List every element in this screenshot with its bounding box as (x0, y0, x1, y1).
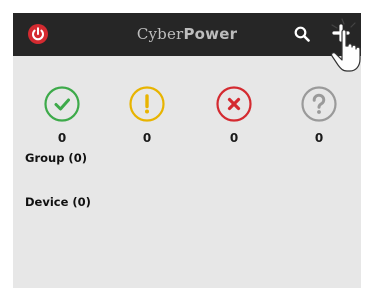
status-normal-count: 0 (57, 131, 67, 145)
search-icon (294, 26, 310, 42)
status-warning-button[interactable] (129, 86, 165, 122)
app-header: CyberPower (13, 13, 361, 56)
search-button[interactable] (294, 26, 310, 42)
status-unknown-button[interactable] (301, 86, 337, 122)
x-icon (216, 86, 252, 122)
status-normal-button[interactable] (44, 86, 80, 122)
brand-text-power: Power (183, 25, 238, 43)
status-critical-count: 0 (229, 131, 239, 145)
app-frame: CyberPower 0 0 0 0 Group (0) Device (0) (13, 13, 361, 288)
content-area: 0 0 0 0 Group (0) Device (0) (13, 56, 361, 288)
check-icon (44, 86, 80, 122)
question-icon (301, 86, 337, 122)
device-section-header[interactable]: Device (0) (25, 195, 91, 209)
pointer-hand-icon (331, 18, 361, 72)
status-warning-count: 0 (142, 131, 152, 145)
status-critical-button[interactable] (216, 86, 252, 122)
exclamation-icon (129, 86, 165, 122)
status-unknown-count: 0 (314, 131, 324, 145)
brand-text-cyber: Cyber (136, 25, 184, 43)
group-section-header[interactable]: Group (0) (25, 151, 87, 165)
